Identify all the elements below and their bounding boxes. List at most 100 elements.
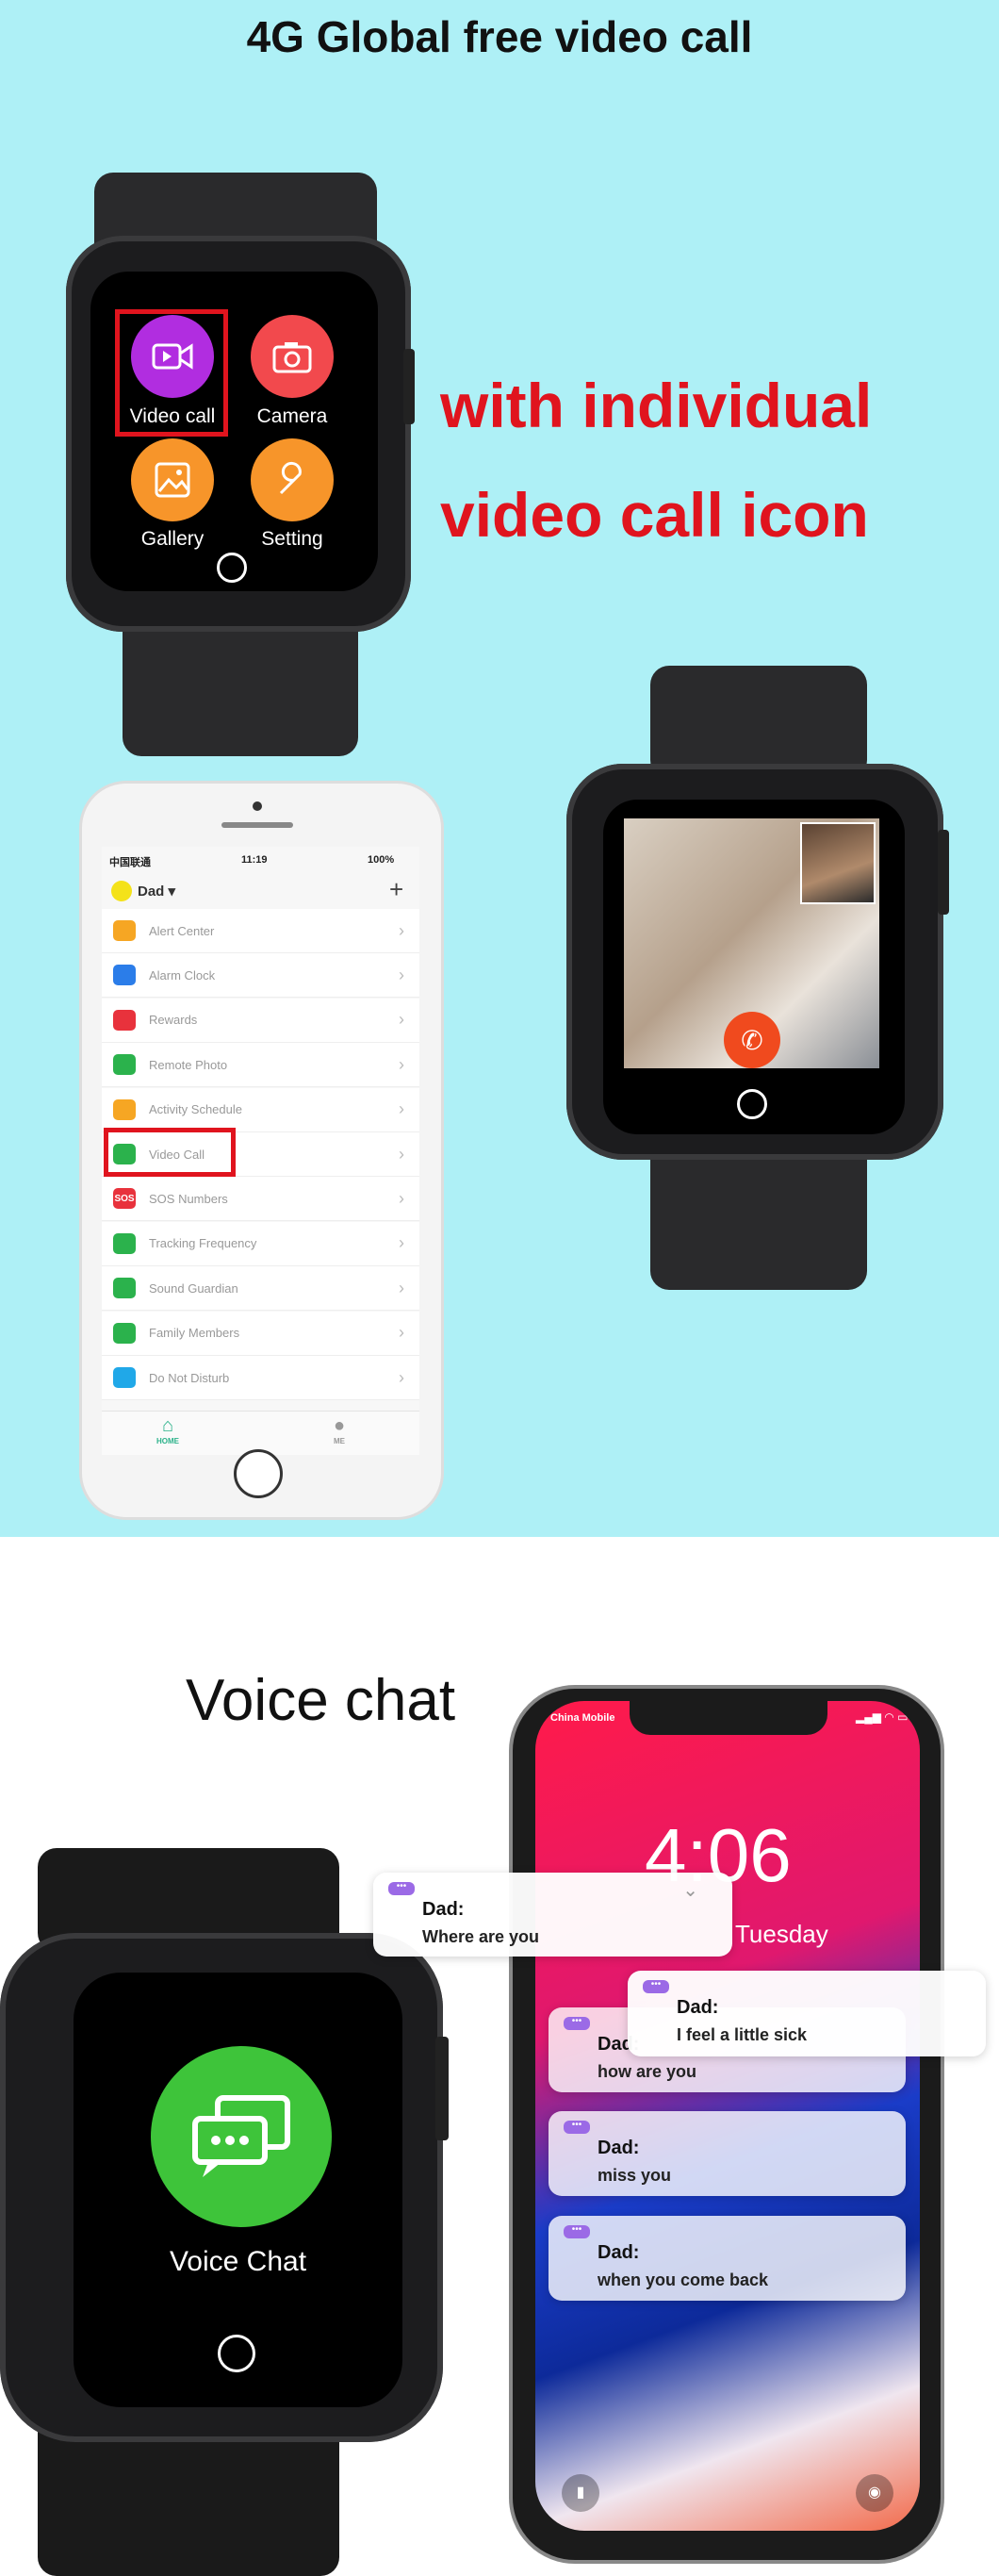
- chevron-right-icon: ›: [399, 1188, 404, 1208]
- chevron-down-icon[interactable]: ⌄: [682, 1878, 698, 1902]
- alert-icon: [113, 920, 136, 941]
- menu-item[interactable]: Alert Center ›: [102, 909, 419, 953]
- menu-item[interactable]: Rewards ›: [102, 998, 419, 1043]
- caret-down-icon: ▾: [168, 883, 176, 900]
- person-icon: ●: [333, 1415, 346, 1436]
- status-icons: ▂▄▆ ◠ ▭: [856, 1710, 909, 1724]
- family-icon: [113, 1322, 136, 1344]
- message-icon: •••: [564, 2121, 590, 2134]
- menu-item[interactable]: Alarm Clock ›: [102, 953, 419, 999]
- message-icon: •••: [643, 1980, 669, 1993]
- watch-screen: Voice Chat: [74, 1973, 402, 2407]
- app-label: Setting: [261, 528, 323, 550]
- menu-item-label: Do Not Disturb: [149, 1370, 230, 1385]
- message-notification[interactable]: ••• Dad: when you come back: [549, 2216, 906, 2301]
- wrench-icon[interactable]: [251, 438, 334, 521]
- nav-me[interactable]: ● ME: [311, 1415, 368, 1445]
- menu-item[interactable]: Activity Schedule ›: [102, 1087, 419, 1132]
- chevron-right-icon: ›: [399, 1233, 404, 1253]
- watch-home-button[interactable]: [737, 1089, 767, 1119]
- flashlight-icon[interactable]: ▮: [562, 2474, 599, 2512]
- phone-speaker: [221, 822, 293, 828]
- camera-icon[interactable]: ◉: [856, 2474, 893, 2512]
- watch-side-button: [938, 830, 949, 915]
- watch-app-label: Voice Chat: [169, 2246, 307, 2277]
- shield-phone-icon: [113, 1278, 136, 1299]
- camera-icon: [113, 1054, 136, 1076]
- nav-home[interactable]: ⌂ HOME: [139, 1415, 196, 1445]
- menu-item[interactable]: Remote Photo ›: [102, 1043, 419, 1088]
- chevron-right-icon: ›: [399, 1144, 404, 1164]
- message-icon: •••: [564, 2225, 590, 2238]
- message-notification[interactable]: ••• Dad: miss you: [549, 2111, 906, 2196]
- self-view: [800, 822, 876, 904]
- message-sender: Dad:: [677, 1997, 719, 2018]
- status-carrier: 中国联通: [109, 857, 151, 868]
- menu-item-label: Alert Center: [149, 923, 215, 938]
- phone-home-button[interactable]: [234, 1449, 283, 1498]
- alarm-clock-icon: [113, 965, 136, 986]
- avatar[interactable]: [111, 881, 132, 901]
- mute-icon: [113, 1367, 136, 1388]
- watch-home-button[interactable]: [218, 2335, 255, 2372]
- status-time: 11:19: [241, 854, 268, 866]
- message-sender: Dad:: [598, 2242, 640, 2263]
- message-sender: Dad:: [422, 1899, 465, 1920]
- chat-bubbles-icon[interactable]: [151, 2046, 332, 2227]
- watch-side-button: [403, 349, 415, 424]
- menu-item-label: Family Members: [149, 1326, 240, 1341]
- menu-item-label: SOS Numbers: [149, 1191, 228, 1206]
- app-label: Camera: [256, 405, 328, 427]
- add-button[interactable]: +: [389, 875, 403, 904]
- menu-item[interactable]: Sound Guardian ›: [102, 1266, 419, 1312]
- profile-selector[interactable]: Dad ▾: [138, 883, 175, 900]
- bottom-nav: ⌂ HOME ● ME: [102, 1411, 419, 1455]
- menu-item-label: Activity Schedule: [149, 1102, 242, 1117]
- message-text: miss you: [598, 2166, 672, 2185]
- menu-item[interactable]: Do Not Disturb ›: [102, 1356, 419, 1400]
- menu-item-label: Rewards: [149, 1013, 198, 1028]
- menu-item[interactable]: SOS SOS Numbers ›: [102, 1177, 419, 1222]
- phone-camera: [253, 801, 262, 811]
- menu-item[interactable]: Tracking Frequency ›: [102, 1221, 419, 1266]
- tagline-line2: video call icon: [440, 480, 869, 550]
- page-title: 4G Global free video call: [246, 12, 753, 61]
- message-text: when you come back: [598, 2271, 769, 2289]
- watch-screen: ✆: [603, 800, 905, 1134]
- message-text: I feel a little sick: [677, 2025, 808, 2044]
- home-icon: ⌂: [161, 1415, 174, 1436]
- menu-item[interactable]: Family Members ›: [102, 1311, 419, 1356]
- menu-item-label: Alarm Clock: [149, 967, 216, 983]
- message-icon: •••: [388, 1882, 415, 1895]
- camera-icon[interactable]: [251, 315, 334, 398]
- message-text: Where are you: [422, 1927, 540, 1946]
- menu-item-label: Sound Guardian: [149, 1280, 238, 1296]
- chevron-right-icon: ›: [399, 1367, 404, 1387]
- notch: [630, 1701, 827, 1735]
- lock-day: Tuesday: [735, 1920, 828, 1948]
- sos-icon: SOS: [113, 1188, 136, 1210]
- menu-item-label: Tracking Frequency: [149, 1236, 257, 1251]
- chevron-right-icon: ›: [399, 1054, 404, 1074]
- watch-side-button: [435, 2037, 449, 2140]
- hang-up-icon[interactable]: ✆: [724, 1012, 780, 1068]
- image-icon[interactable]: [131, 438, 214, 521]
- message-text: how are you: [598, 2062, 697, 2081]
- chevron-right-icon: ›: [399, 1278, 404, 1297]
- schedule-icon: [113, 1098, 136, 1120]
- hearts-icon: [113, 1009, 136, 1031]
- message-notification[interactable]: ••• Dad: I feel a little sick: [628, 1971, 986, 2056]
- chevron-right-icon: ›: [399, 1323, 404, 1343]
- chevron-right-icon: ›: [399, 1099, 404, 1119]
- menu-item-label: Remote Photo: [149, 1057, 228, 1072]
- message-sender: Dad:: [598, 2138, 640, 2158]
- highlight-box: [104, 1128, 236, 1177]
- message-notification[interactable]: ••• Dad: Where are you ⌄: [373, 1873, 732, 1957]
- watch-home-button[interactable]: [217, 553, 247, 583]
- message-icon: •••: [564, 2017, 590, 2030]
- chevron-right-icon: ›: [399, 965, 404, 984]
- nav-label: ME: [334, 1437, 345, 1445]
- nav-label: HOME: [156, 1437, 179, 1445]
- watch-strap-top: [650, 666, 867, 779]
- section-title: Voice chat: [186, 1668, 456, 1733]
